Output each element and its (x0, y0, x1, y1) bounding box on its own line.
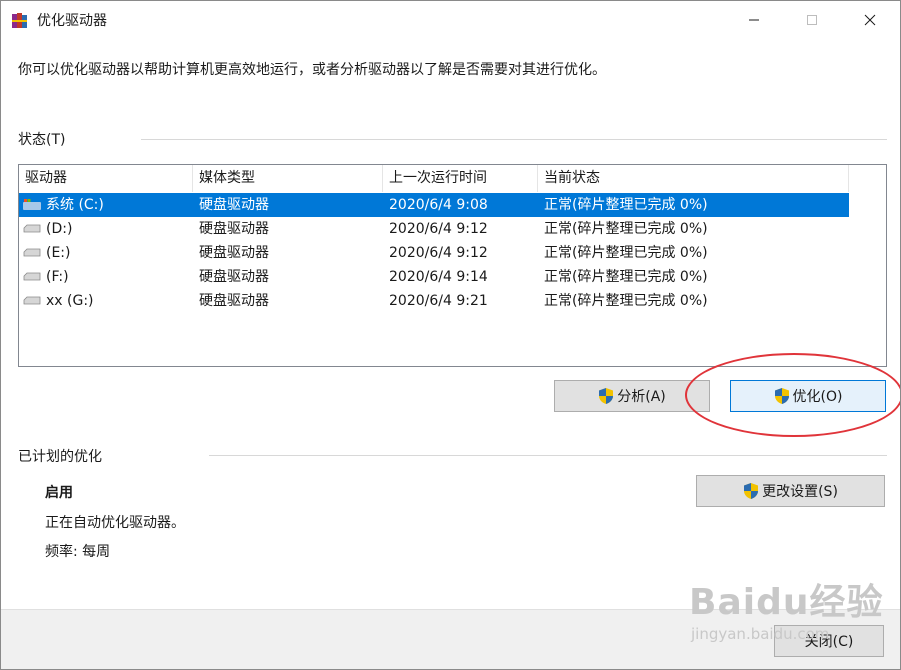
optimize-button-label: 优化(O) (792, 389, 843, 405)
last-run: 2020/6/4 9:12 (389, 245, 488, 261)
drive-name: 系统 (C:) (46, 197, 104, 213)
scheduled-divider (209, 455, 887, 456)
drive-icon (23, 224, 41, 233)
drive-icon (23, 296, 41, 305)
table-row[interactable]: 系统 (C:) 硬盘驱动器 2020/6/4 9:08 正常(碎片整理已完成 0… (19, 193, 849, 217)
last-run: 2020/6/4 9:14 (389, 269, 488, 285)
intro-text: 你可以优化驱动器以帮助计算机更高效地运行，或者分析驱动器以了解是否需要对其进行优… (18, 62, 606, 78)
minimize-button[interactable] (731, 1, 777, 39)
status-section-label: 状态(T) (18, 132, 66, 148)
optimize-drives-window: 优化驱动器 你可以优化驱动器以帮助计算机更高效地运行，或者分析驱动器以了解是否需… (0, 0, 901, 670)
close-window-button[interactable] (847, 1, 893, 39)
table-row[interactable]: xx (G:) 硬盘驱动器 2020/6/4 9:21 正常(碎片整理已完成 0… (19, 289, 849, 313)
column-header-media-type[interactable]: 媒体类型 (193, 165, 383, 192)
current-status: 正常(碎片整理已完成 0%) (544, 245, 708, 261)
watermark-logo: Baidu经验 (689, 582, 884, 623)
drive-name: (E:) (46, 245, 71, 261)
schedule-state: 启用 (45, 485, 73, 501)
column-header-status[interactable]: 当前状态 (538, 165, 849, 192)
media-type: 硬盘驱动器 (199, 269, 269, 285)
current-status: 正常(碎片整理已完成 0%) (544, 269, 708, 285)
minimize-icon (749, 19, 759, 21)
change-settings-button[interactable]: 更改设置(S) (696, 475, 885, 507)
current-status: 正常(碎片整理已完成 0%) (544, 197, 708, 213)
drive-list-header: 驱动器 媒体类型 上一次运行时间 当前状态 (19, 165, 849, 192)
drive-name: (D:) (46, 221, 73, 237)
scheduled-section-label: 已计划的优化 (18, 449, 102, 465)
maximize-button[interactable] (789, 1, 835, 39)
current-status: 正常(碎片整理已完成 0%) (544, 293, 708, 309)
app-icon (12, 13, 27, 28)
table-row[interactable]: (E:) 硬盘驱动器 2020/6/4 9:12 正常(碎片整理已完成 0%) (19, 241, 849, 265)
schedule-frequency: 频率: 每周 (45, 544, 111, 560)
drive-name: (F:) (46, 269, 69, 285)
maximize-icon (807, 15, 817, 25)
status-divider (141, 139, 887, 140)
media-type: 硬盘驱动器 (199, 245, 269, 261)
last-run: 2020/6/4 9:21 (389, 293, 488, 309)
watermark-url: jingyan.baidu.com (691, 625, 830, 643)
current-status: 正常(碎片整理已完成 0%) (544, 221, 708, 237)
media-type: 硬盘驱动器 (199, 197, 269, 213)
last-run: 2020/6/4 9:08 (389, 197, 488, 213)
column-header-last-run[interactable]: 上一次运行时间 (383, 165, 538, 192)
title-bar: 优化驱动器 (1, 1, 900, 39)
optimize-button[interactable]: 优化(O) (730, 380, 886, 412)
analyze-button[interactable]: 分析(A) (554, 380, 710, 412)
table-row[interactable]: (D:) 硬盘驱动器 2020/6/4 9:12 正常(碎片整理已完成 0%) (19, 217, 849, 241)
drive-icon (23, 272, 41, 281)
last-run: 2020/6/4 9:12 (389, 221, 488, 237)
drive-icon (23, 248, 41, 257)
drive-list[interactable]: 驱动器 媒体类型 上一次运行时间 当前状态 系统 (C:) 硬盘驱动器 2020… (18, 164, 887, 367)
uac-shield-icon (744, 483, 759, 499)
change-settings-button-label: 更改设置(S) (762, 484, 838, 500)
media-type: 硬盘驱动器 (199, 221, 269, 237)
uac-shield-icon (599, 388, 614, 404)
analyze-button-label: 分析(A) (617, 389, 666, 405)
window-title: 优化驱动器 (37, 13, 107, 29)
schedule-description: 正在自动优化驱动器。 (45, 515, 185, 531)
uac-shield-icon (774, 388, 789, 404)
media-type: 硬盘驱动器 (199, 293, 269, 309)
close-icon (864, 14, 876, 26)
system-drive-icon (23, 199, 41, 210)
column-header-drive[interactable]: 驱动器 (19, 165, 193, 192)
table-row[interactable]: (F:) 硬盘驱动器 2020/6/4 9:14 正常(碎片整理已完成 0%) (19, 265, 849, 289)
drive-name: xx (G:) (46, 293, 94, 309)
